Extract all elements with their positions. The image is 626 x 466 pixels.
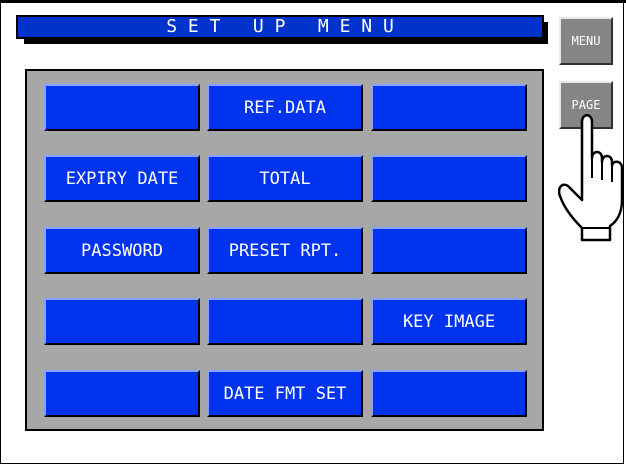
key-ref-data[interactable]: REF.DATA [207,84,363,131]
key-r1c1[interactable] [44,84,200,131]
key-r4c1[interactable] [44,298,200,345]
key-expiry-date[interactable]: EXPIRY DATE [44,155,200,202]
key-date-fmt-set[interactable]: DATE FMT SET [207,370,363,417]
top-rule [0,0,626,3]
key-total[interactable]: TOTAL [207,155,363,202]
key-r5c3[interactable] [371,370,527,417]
key-r4c2[interactable] [207,298,363,345]
key-r3c3[interactable] [371,227,527,274]
key-r1c3[interactable] [371,84,527,131]
pointing-hand-icon [558,114,624,242]
key-preset-rpt[interactable]: PRESET RPT. [207,227,363,274]
key-r5c1[interactable] [44,370,200,417]
key-panel: REF.DATA EXPIRY DATE TOTAL PASSWORD PRES… [25,69,544,431]
page-title: S E T U P M E N U [16,15,544,39]
key-key-image[interactable]: KEY IMAGE [371,298,527,345]
key-password[interactable]: PASSWORD [44,227,200,274]
key-r2c3[interactable] [371,155,527,202]
menu-button[interactable]: MENU [559,17,613,65]
